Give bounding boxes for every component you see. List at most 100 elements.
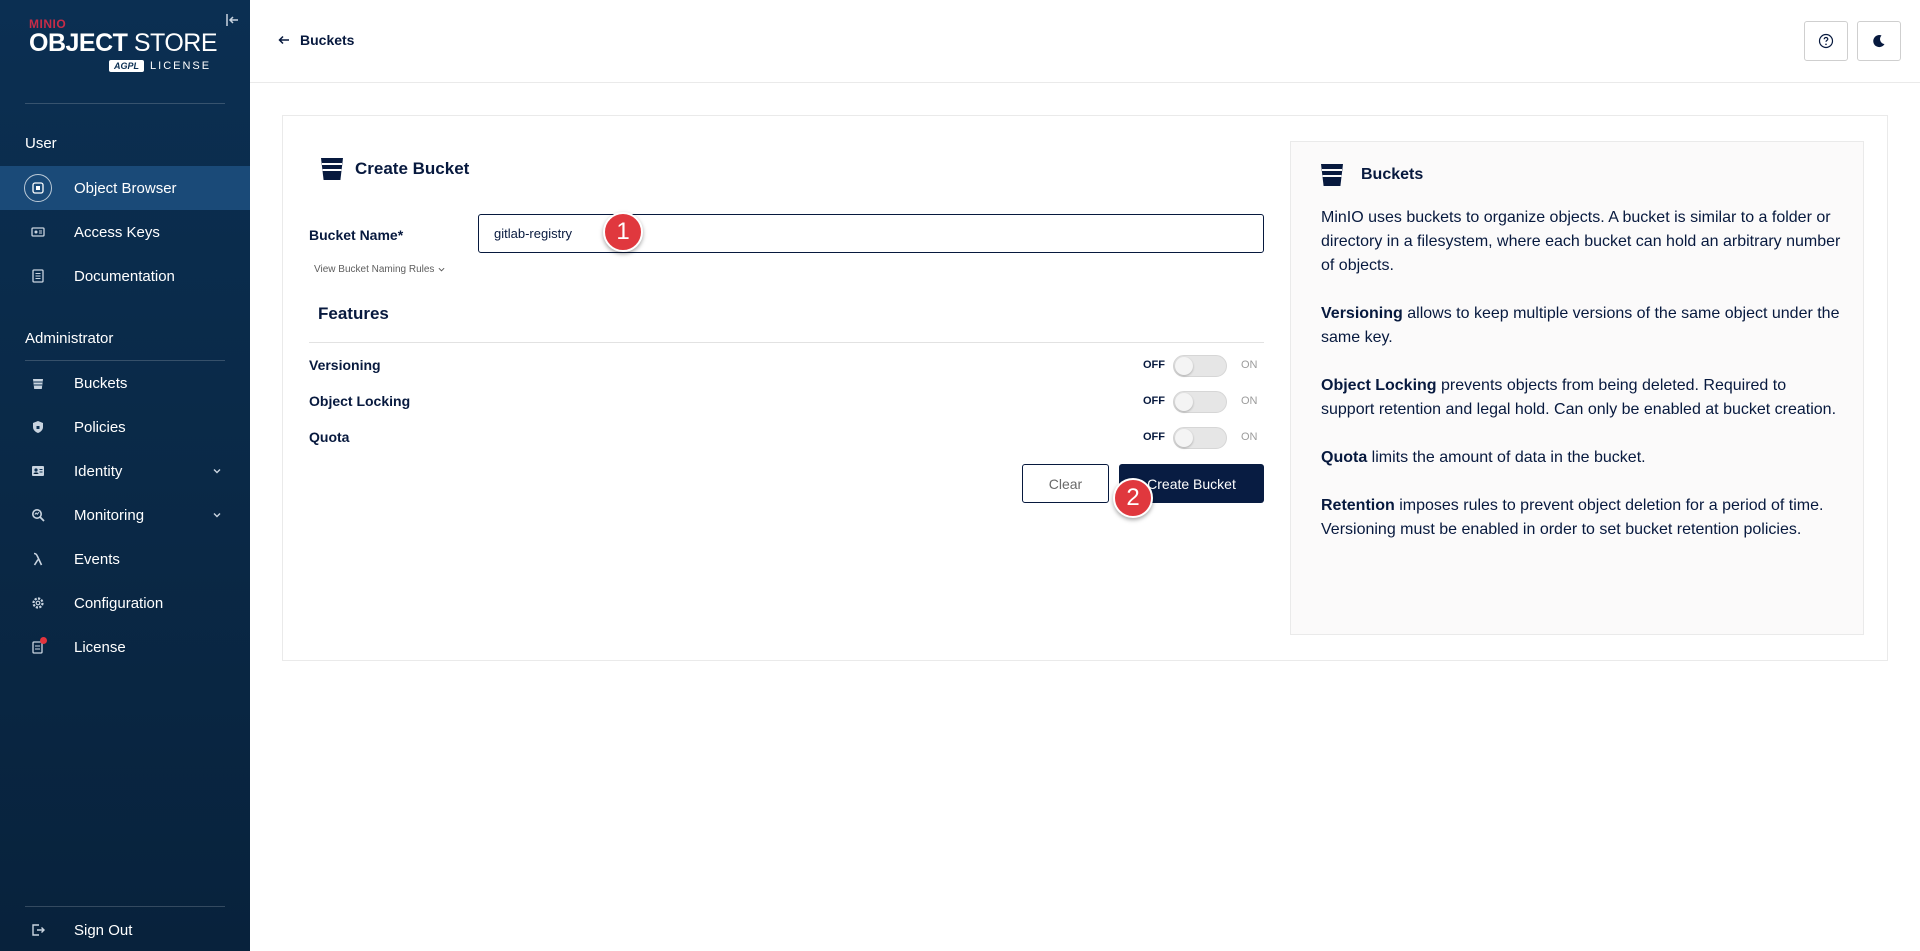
- chevron-down-icon[interactable]: [212, 510, 222, 520]
- lambda-icon: [30, 551, 46, 567]
- sidebar-item-access-keys[interactable]: Access Keys: [0, 210, 250, 254]
- section-user: User: [25, 135, 57, 152]
- bucket-icon: [30, 375, 46, 391]
- feature-quota: Quota OFF ON: [309, 422, 1264, 452]
- sidebar-item-label: Identity: [74, 462, 123, 480]
- feature-label: Versioning: [309, 357, 381, 373]
- moon-icon: [1873, 35, 1885, 48]
- versioning-toggle[interactable]: [1173, 355, 1227, 377]
- view-naming-rules-link[interactable]: View Bucket Naming Rules: [314, 264, 445, 275]
- sidebar: MINIO OBJECT STORE AGPL LICENSE User Obj…: [0, 0, 250, 951]
- toggle-off-label: OFF: [1143, 431, 1165, 443]
- sidebar-item-label: Configuration: [74, 594, 164, 612]
- sidebar-item-label: Buckets: [74, 374, 128, 392]
- sidebar-item-monitoring[interactable]: Monitoring: [0, 493, 250, 537]
- sidebar-item-identity[interactable]: Identity: [0, 449, 250, 493]
- bucket-name-label: Bucket Name*: [309, 227, 404, 243]
- help-paragraph: Retention imposes rules to prevent objec…: [1321, 494, 1841, 542]
- feature-label: Object Locking: [309, 393, 411, 409]
- help-term: Retention: [1321, 497, 1395, 514]
- help-paragraph: Versioning allows to keep multiple versi…: [1321, 302, 1841, 350]
- toggle-on-label: ON: [1241, 431, 1258, 443]
- divider: [25, 103, 225, 104]
- toggle-on-label: ON: [1241, 359, 1258, 371]
- quota-toggle[interactable]: [1173, 427, 1227, 449]
- bucket-name-input[interactable]: [478, 214, 1264, 253]
- logo-title-bold: OBJECT: [29, 29, 128, 57]
- logo-title: OBJECT STORE: [29, 29, 218, 57]
- logo-title-thin: STORE: [127, 29, 218, 57]
- create-bucket-title: Create Bucket: [355, 159, 470, 178]
- help-icon: [1818, 33, 1834, 49]
- features-heading: Features: [318, 304, 389, 323]
- bucket-icon: [1321, 164, 1343, 186]
- feature-object-locking: Object Locking OFF ON: [309, 386, 1264, 416]
- object-browser-icon: [24, 174, 52, 202]
- help-term: Versioning: [1321, 305, 1403, 322]
- help-paragraph: Object Locking prevents objects from bei…: [1321, 374, 1841, 422]
- back-label: Buckets: [300, 32, 355, 48]
- access-keys-icon: [30, 224, 46, 240]
- toggle-on-label: ON: [1241, 395, 1258, 407]
- sign-out-button[interactable]: Sign Out: [0, 908, 250, 951]
- help-paragraph: Quota limits the amount of data in the b…: [1321, 446, 1841, 470]
- sidebar-item-label: Events: [74, 550, 120, 568]
- help-paragraph: MinIO uses buckets to organize objects. …: [1321, 209, 1841, 274]
- collapse-sidebar-icon[interactable]: [226, 13, 240, 27]
- step-marker-2: 2: [1113, 478, 1153, 518]
- divider: [25, 906, 225, 907]
- toggle-knob: [1175, 393, 1193, 411]
- help-body: MinIO uses buckets to organize objects. …: [1321, 206, 1841, 566]
- policies-icon: [30, 419, 46, 435]
- sidebar-item-label: Access Keys: [74, 223, 160, 241]
- sidebar-item-documentation[interactable]: Documentation: [0, 254, 250, 298]
- help-term: Object Locking: [1321, 377, 1437, 394]
- help-text: limits the amount of data in the bucket.: [1367, 449, 1646, 466]
- arrow-left-icon: [278, 35, 289, 45]
- sidebar-item-label: Object Browser: [74, 179, 177, 197]
- sidebar-item-label: Documentation: [74, 267, 175, 285]
- back-to-buckets-link[interactable]: Buckets: [278, 32, 354, 48]
- dark-mode-toggle[interactable]: [1857, 21, 1901, 61]
- minio-logo[interactable]: MINIO OBJECT STORE AGPL LICENSE: [29, 18, 218, 72]
- section-administrator: Administrator: [25, 330, 114, 347]
- toggle-knob: [1175, 429, 1193, 447]
- sidebar-item-policies[interactable]: Policies: [0, 405, 250, 449]
- toggle-knob: [1175, 357, 1193, 375]
- license-word: LICENSE: [150, 60, 212, 72]
- sign-out-icon: [30, 922, 46, 938]
- toggle-off-label: OFF: [1143, 359, 1165, 371]
- sidebar-item-label: License: [74, 638, 126, 656]
- clear-button[interactable]: Clear: [1022, 464, 1109, 503]
- toggle-off-label: OFF: [1143, 395, 1165, 407]
- sidebar-item-buckets[interactable]: Buckets: [0, 361, 250, 405]
- chevron-down-icon: [438, 267, 445, 272]
- sidebar-item-events[interactable]: Events: [0, 537, 250, 581]
- form-title: Create Bucket: [319, 156, 469, 182]
- agpl-badge: AGPL: [109, 60, 145, 72]
- gear-icon: [30, 595, 46, 611]
- monitoring-icon: [30, 507, 46, 523]
- chevron-down-icon[interactable]: [212, 466, 222, 476]
- identity-icon: [30, 463, 46, 479]
- bucket-icon: [321, 158, 343, 180]
- sidebar-item-object-browser[interactable]: Object Browser: [0, 166, 250, 210]
- divider: [309, 342, 1264, 343]
- sign-out-label: Sign Out: [74, 921, 133, 939]
- help-text: imposes rules to prevent object deletion…: [1321, 497, 1824, 538]
- create-bucket-panel: Create Bucket Bucket Name* View Bucket N…: [282, 115, 1888, 661]
- sidebar-item-license[interactable]: License: [0, 625, 250, 669]
- notification-dot: [40, 637, 47, 644]
- help-button[interactable]: [1804, 21, 1848, 61]
- help-term: Quota: [1321, 449, 1368, 466]
- sidebar-item-label: Monitoring: [74, 506, 145, 524]
- object-locking-toggle[interactable]: [1173, 391, 1227, 413]
- naming-rules-label: View Bucket Naming Rules: [314, 264, 435, 275]
- logo-license: AGPL LICENSE: [109, 60, 211, 72]
- documentation-icon: [30, 268, 46, 284]
- help-title-text: Buckets: [1361, 166, 1424, 183]
- step-marker-1: 1: [603, 212, 643, 252]
- help-title: Buckets: [1319, 162, 1423, 188]
- sidebar-item-configuration[interactable]: Configuration: [0, 581, 250, 625]
- sidebar-item-label: Policies: [74, 418, 126, 436]
